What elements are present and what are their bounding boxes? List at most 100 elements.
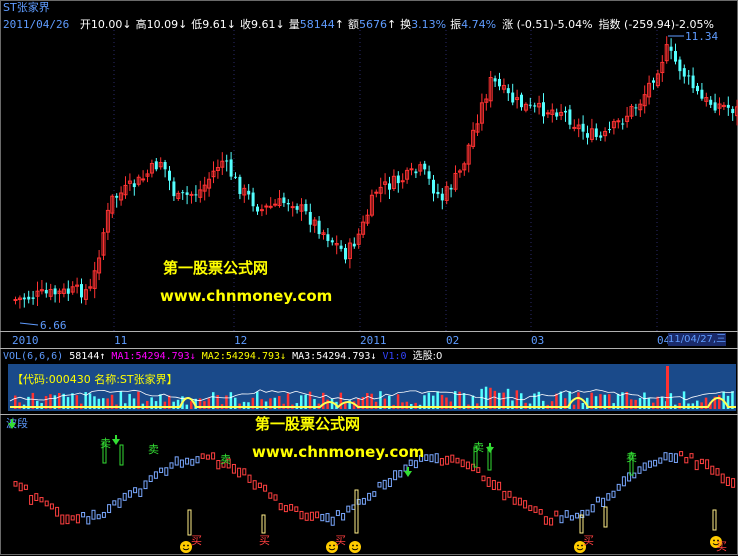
wave-bar [653, 459, 658, 467]
candle-body [731, 108, 735, 114]
wave-bar [49, 503, 54, 510]
wave-bar [559, 515, 564, 524]
wave-bar [81, 512, 86, 518]
candle-body [374, 191, 379, 194]
wave-bar [367, 492, 372, 501]
wave-bar [278, 503, 283, 511]
wave-bar [731, 478, 736, 488]
wave-bar [538, 509, 543, 515]
candle-body [586, 133, 589, 138]
candle-body [132, 183, 136, 188]
kline-panel[interactable]: ST张家界 2011/04/26 开10.00↓ 高10.09↓ 低9.61↓ 收9.… [0, 0, 738, 332]
time-axis: 2010 11 12 2011 02 03 04 11/04/27,三 [0, 332, 738, 348]
wave-bar [621, 476, 626, 487]
wave-bar [637, 466, 642, 474]
down-arrow-icon [112, 435, 120, 445]
wave-bar [377, 481, 382, 488]
volume-bar [678, 402, 681, 409]
wave-bar [616, 483, 621, 491]
down-arrow-icon [486, 443, 494, 453]
wave-bar [460, 459, 465, 468]
candle-body [234, 176, 237, 178]
wave-bar [590, 504, 595, 513]
sell-bar [119, 444, 124, 466]
candle-body [400, 180, 405, 183]
candle-body [273, 203, 278, 206]
wave-bar [23, 484, 28, 490]
candle-body [436, 191, 440, 195]
volume-bar [414, 402, 417, 409]
candle-body [493, 78, 497, 82]
wave-bar [195, 456, 200, 464]
wave-bar [502, 490, 507, 501]
candle-body [726, 104, 730, 108]
wave-bar [159, 467, 164, 473]
wave-bar [143, 480, 148, 490]
wave-bar [533, 506, 538, 513]
wave-bar [117, 498, 122, 508]
buy-bar [712, 509, 717, 531]
candle-body [568, 109, 572, 125]
smiley-eye [352, 544, 354, 547]
wave-bar [138, 488, 143, 497]
wave-bar [263, 484, 268, 492]
candle-body [700, 89, 704, 99]
candle-body [344, 247, 347, 260]
candle-body [44, 289, 48, 294]
candle-body [409, 168, 414, 171]
candle-body [286, 203, 290, 205]
candle-body [264, 205, 269, 208]
candle-body [238, 176, 242, 195]
wave-bar [335, 510, 340, 516]
wave-bar [725, 476, 730, 487]
wave-bar [231, 463, 236, 474]
candle-body [533, 105, 537, 107]
volume-bar [666, 366, 669, 409]
kline-chart[interactable] [0, 0, 738, 332]
wave-bar [642, 462, 647, 471]
candle-body [27, 296, 31, 300]
wave-bar [595, 496, 600, 503]
candle-body [674, 51, 677, 62]
watermark-url-bottom: www.chnmoney.com [252, 443, 425, 461]
wave-bar [668, 452, 673, 462]
wave-bar [13, 481, 18, 487]
buy-signal-label: 买 [191, 534, 202, 547]
wave-bar [211, 452, 216, 460]
wave-bar [689, 453, 694, 459]
wave-bar [429, 454, 434, 463]
buy-bar [261, 514, 266, 534]
smiley-eye [356, 544, 358, 547]
candle-body [396, 175, 400, 184]
wave-bar [486, 477, 491, 487]
candle-body [326, 234, 330, 241]
wave-bar [705, 459, 710, 470]
wave-bar [242, 468, 247, 476]
candle-body [259, 209, 264, 212]
wave-bar [507, 490, 512, 498]
volume-panel[interactable]: VOL(6,6,6) 58144↑ MA1:54294.793↓ MA2:542… [0, 348, 738, 412]
candle-body [555, 112, 559, 117]
candle-body [251, 192, 255, 207]
wave-bar [445, 455, 450, 465]
wave-bar [434, 453, 439, 464]
wave-bar [247, 474, 252, 483]
wave-bar [289, 504, 294, 511]
candle-body [66, 288, 70, 294]
wave-bar [320, 513, 325, 522]
low-price-mark: 6.66 [40, 319, 67, 332]
wave-bar [70, 515, 75, 521]
candle-body [308, 211, 312, 225]
candle-body [652, 80, 655, 83]
candle-body [581, 123, 585, 132]
candle-body [22, 297, 26, 300]
cursor-date-label: 11/04/27,三 [668, 333, 727, 346]
smiley-eye [577, 544, 579, 547]
candle-body [669, 46, 673, 51]
wave-bar [325, 513, 330, 523]
sell-signal-label: 卖 [473, 441, 484, 454]
wave-bar [398, 470, 403, 478]
candle-body [229, 159, 233, 177]
wave-panel[interactable]: 波段 第一股票公式网 www.chnmoney.com 卖 卖 卖 卖 卖 买 … [0, 414, 738, 555]
wave-bar [86, 516, 91, 525]
